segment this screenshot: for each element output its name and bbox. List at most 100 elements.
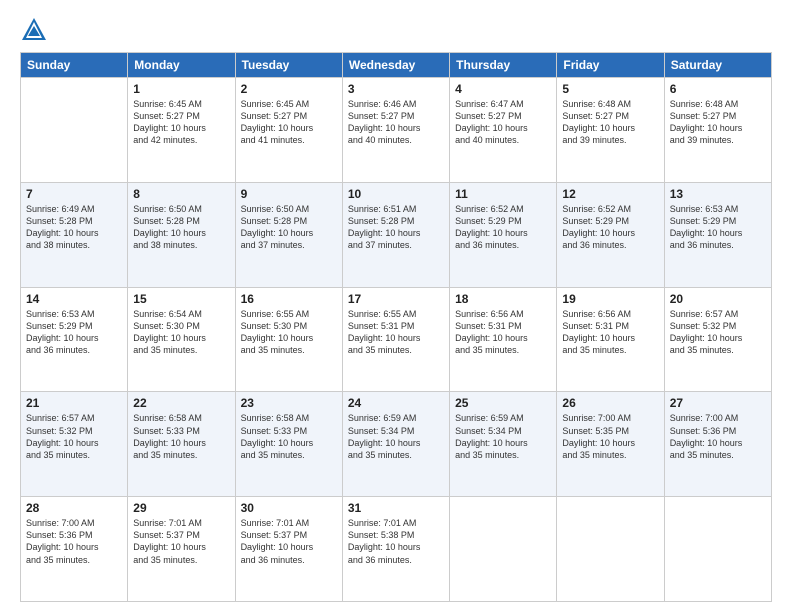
cell-info: Sunrise: 6:58 AMSunset: 5:33 PMDaylight:…: [241, 412, 337, 461]
calendar-cell: 3Sunrise: 6:46 AMSunset: 5:27 PMDaylight…: [342, 78, 449, 183]
calendar-cell: 9 Sunrise: 6:50 AMSunset: 5:28 PMDaylight…: [235, 182, 342, 287]
calendar-cell: 15 Sunrise: 6:54 AMSunset: 5:30 PMDayligh…: [128, 287, 235, 392]
cell-info: Sunrise: 7:01 AMSunset: 5:37 PMDaylight:…: [241, 517, 337, 566]
day-number: 23: [241, 396, 337, 410]
calendar-table: SundayMondayTuesdayWednesdayThursdayFrid…: [20, 52, 772, 602]
header: [20, 16, 772, 44]
cell-info: Sunrise: 6:45 AMSunset: 5:27 PMDaylight:…: [241, 98, 337, 147]
calendar-cell: 23 Sunrise: 6:58 AMSunset: 5:33 PMDayligh…: [235, 392, 342, 497]
day-number: 10: [348, 187, 444, 201]
cell-info: Sunrise: 6:45 AMSunset: 5:27 PMDaylight:…: [133, 98, 229, 147]
cell-info: Sunrise: 6:48 AMSunset: 5:27 PMDaylight:…: [562, 98, 658, 147]
cell-info: Sunrise: 7:01 AMSunset: 5:38 PMDaylight:…: [348, 517, 444, 566]
cell-info: Sunrise: 6:49 AMSunset: 5:28 PMDaylight:…: [26, 203, 122, 252]
calendar-cell: 2 Sunrise: 6:45 AMSunset: 5:27 PMDaylight…: [235, 78, 342, 183]
calendar-cell: 26Sunrise: 7:00 AMSunset: 5:35 PMDayligh…: [557, 392, 664, 497]
day-number: 1: [133, 82, 229, 96]
cell-info: Sunrise: 6:50 AMSunset: 5:28 PMDaylight:…: [241, 203, 337, 252]
cell-info: Sunrise: 6:50 AMSunset: 5:28 PMDaylight:…: [133, 203, 229, 252]
calendar-cell: 5 Sunrise: 6:48 AMSunset: 5:27 PMDaylight…: [557, 78, 664, 183]
cell-info: Sunrise: 6:56 AMSunset: 5:31 PMDaylight:…: [562, 308, 658, 357]
day-number: 9: [241, 187, 337, 201]
calendar-cell: 17 Sunrise: 6:55 AMSunset: 5:31 PMDayligh…: [342, 287, 449, 392]
calendar-cell: 12 Sunrise: 6:52 AMSunset: 5:29 PMDayligh…: [557, 182, 664, 287]
day-number: 2: [241, 82, 337, 96]
day-number: 4: [455, 82, 551, 96]
cell-info: Sunrise: 6:52 AMSunset: 5:29 PMDaylight:…: [455, 203, 551, 252]
calendar-cell: 31Sunrise: 7:01 AMSunset: 5:38 PMDayligh…: [342, 497, 449, 602]
day-number: 21: [26, 396, 122, 410]
day-header-monday: Monday: [128, 53, 235, 78]
calendar-cell: 1 Sunrise: 6:45 AMSunset: 5:27 PMDaylight…: [128, 78, 235, 183]
calendar-cell: 14Sunrise: 6:53 AMSunset: 5:29 PMDayligh…: [21, 287, 128, 392]
day-number: 29: [133, 501, 229, 515]
cell-info: Sunrise: 7:00 AMSunset: 5:36 PMDaylight:…: [26, 517, 122, 566]
calendar-cell: 20 Sunrise: 6:57 AMSunset: 5:32 PMDayligh…: [664, 287, 771, 392]
cell-info: Sunrise: 6:59 AMSunset: 5:34 PMDaylight:…: [455, 412, 551, 461]
cell-info: Sunrise: 6:48 AMSunset: 5:27 PMDaylight:…: [670, 98, 766, 147]
calendar-cell: 6 Sunrise: 6:48 AMSunset: 5:27 PMDaylight…: [664, 78, 771, 183]
calendar-header-row: SundayMondayTuesdayWednesdayThursdayFrid…: [21, 53, 772, 78]
calendar-cell: 4Sunrise: 6:47 AMSunset: 5:27 PMDaylight…: [450, 78, 557, 183]
calendar-cell: 22 Sunrise: 6:58 AMSunset: 5:33 PMDayligh…: [128, 392, 235, 497]
logo: [20, 16, 52, 44]
cell-info: Sunrise: 6:53 AMSunset: 5:29 PMDaylight:…: [26, 308, 122, 357]
day-number: 22: [133, 396, 229, 410]
day-number: 20: [670, 292, 766, 306]
calendar-cell: 16Sunrise: 6:55 AMSunset: 5:30 PMDayligh…: [235, 287, 342, 392]
cell-info: Sunrise: 6:58 AMSunset: 5:33 PMDaylight:…: [133, 412, 229, 461]
cell-info: Sunrise: 6:56 AMSunset: 5:31 PMDaylight:…: [455, 308, 551, 357]
calendar-cell: 25 Sunrise: 6:59 AMSunset: 5:34 PMDayligh…: [450, 392, 557, 497]
calendar-cell: 13 Sunrise: 6:53 AMSunset: 5:29 PMDayligh…: [664, 182, 771, 287]
calendar-cell: 10 Sunrise: 6:51 AMSunset: 5:28 PMDayligh…: [342, 182, 449, 287]
cell-info: Sunrise: 6:54 AMSunset: 5:30 PMDaylight:…: [133, 308, 229, 357]
cell-info: Sunrise: 6:46 AMSunset: 5:27 PMDaylight:…: [348, 98, 444, 147]
calendar-cell: 27 Sunrise: 7:00 AMSunset: 5:36 PMDayligh…: [664, 392, 771, 497]
cell-info: Sunrise: 6:59 AMSunset: 5:34 PMDaylight:…: [348, 412, 444, 461]
calendar-cell: 21 Sunrise: 6:57 AMSunset: 5:32 PMDayligh…: [21, 392, 128, 497]
cell-info: Sunrise: 6:55 AMSunset: 5:30 PMDaylight:…: [241, 308, 337, 357]
cell-info: Sunrise: 7:00 AMSunset: 5:35 PMDaylight:…: [562, 412, 658, 461]
calendar-cell: 18 Sunrise: 6:56 AMSunset: 5:31 PMDayligh…: [450, 287, 557, 392]
calendar-cell: [664, 497, 771, 602]
day-header-tuesday: Tuesday: [235, 53, 342, 78]
day-number: 6: [670, 82, 766, 96]
cell-info: Sunrise: 6:55 AMSunset: 5:31 PMDaylight:…: [348, 308, 444, 357]
day-number: 12: [562, 187, 658, 201]
day-header-friday: Friday: [557, 53, 664, 78]
day-number: 28: [26, 501, 122, 515]
calendar-week-row: 7Sunrise: 6:49 AMSunset: 5:28 PMDaylight…: [21, 182, 772, 287]
day-header-saturday: Saturday: [664, 53, 771, 78]
cell-info: Sunrise: 6:57 AMSunset: 5:32 PMDaylight:…: [670, 308, 766, 357]
day-header-sunday: Sunday: [21, 53, 128, 78]
day-number: 15: [133, 292, 229, 306]
page: SundayMondayTuesdayWednesdayThursdayFrid…: [0, 0, 792, 612]
calendar-cell: [557, 497, 664, 602]
calendar-cell: [450, 497, 557, 602]
calendar-week-row: 28 Sunrise: 7:00 AMSunset: 5:36 PMDayligh…: [21, 497, 772, 602]
cell-info: Sunrise: 7:01 AMSunset: 5:37 PMDaylight:…: [133, 517, 229, 566]
day-number: 30: [241, 501, 337, 515]
logo-icon: [20, 16, 48, 44]
day-number: 27: [670, 396, 766, 410]
day-number: 25: [455, 396, 551, 410]
cell-info: Sunrise: 6:52 AMSunset: 5:29 PMDaylight:…: [562, 203, 658, 252]
calendar-cell: 8 Sunrise: 6:50 AMSunset: 5:28 PMDaylight…: [128, 182, 235, 287]
day-number: 17: [348, 292, 444, 306]
cell-info: Sunrise: 7:00 AMSunset: 5:36 PMDaylight:…: [670, 412, 766, 461]
day-number: 13: [670, 187, 766, 201]
day-number: 5: [562, 82, 658, 96]
calendar-cell: 11Sunrise: 6:52 AMSunset: 5:29 PMDayligh…: [450, 182, 557, 287]
calendar-cell: 30 Sunrise: 7:01 AMSunset: 5:37 PMDayligh…: [235, 497, 342, 602]
calendar-week-row: 1 Sunrise: 6:45 AMSunset: 5:27 PMDaylight…: [21, 78, 772, 183]
cell-info: Sunrise: 6:57 AMSunset: 5:32 PMDaylight:…: [26, 412, 122, 461]
day-number: 8: [133, 187, 229, 201]
calendar-week-row: 14Sunrise: 6:53 AMSunset: 5:29 PMDayligh…: [21, 287, 772, 392]
day-number: 18: [455, 292, 551, 306]
calendar-week-row: 21 Sunrise: 6:57 AMSunset: 5:32 PMDayligh…: [21, 392, 772, 497]
cell-info: Sunrise: 6:53 AMSunset: 5:29 PMDaylight:…: [670, 203, 766, 252]
day-number: 24: [348, 396, 444, 410]
calendar-cell: 19Sunrise: 6:56 AMSunset: 5:31 PMDayligh…: [557, 287, 664, 392]
day-header-wednesday: Wednesday: [342, 53, 449, 78]
cell-info: Sunrise: 6:51 AMSunset: 5:28 PMDaylight:…: [348, 203, 444, 252]
